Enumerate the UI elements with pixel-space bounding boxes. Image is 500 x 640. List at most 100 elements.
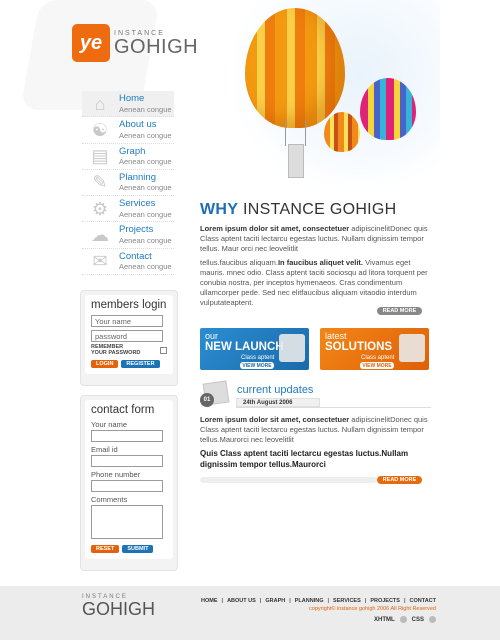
updates-bold-paragraph: Quis Class aptent taciti lectarcu egesta… — [200, 449, 409, 469]
footer-link-planning[interactable]: PLANNING — [295, 598, 324, 604]
nav-label: Home — [119, 93, 145, 104]
footer-link-projects[interactable]: PROJECTS — [370, 598, 400, 604]
contact-email-field[interactable] — [91, 455, 163, 467]
footer-link-about-us[interactable]: ABOUT US — [227, 598, 256, 604]
logo-big-text: GOHIGH — [114, 35, 199, 58]
logo-badge: ye — [72, 24, 110, 62]
nav-label: Projects — [119, 224, 154, 236]
computer-illustration — [399, 334, 425, 362]
balloon-basket — [288, 144, 304, 178]
heading-rest: INSTANCE GOHIGH — [242, 201, 397, 218]
contact-title: contact form — [91, 404, 155, 416]
comments-label: Comments — [91, 495, 128, 504]
read-more-track — [200, 477, 377, 483]
update-number: 01 — [200, 393, 214, 407]
email-label: Email id — [91, 445, 118, 454]
projects-icon: ☁ — [91, 224, 109, 245]
balloon-rope — [305, 120, 306, 146]
sidebar-item-projects[interactable]: ☁ Projects Aenean congue — [82, 222, 174, 249]
sidebar-nav: ⌂ Home Aenean congue ☯ About us Aenean con… — [82, 91, 174, 276]
footer-link-graph[interactable]: GRAPH — [265, 598, 285, 604]
sidebar-item-about-us[interactable]: ☯ About us Aenean congue — [82, 117, 174, 144]
graph-icon: ▤ — [91, 146, 109, 167]
house-icon: ⌂ — [94, 93, 106, 114]
phone-label: Phone number — [91, 470, 141, 479]
view-more-button[interactable]: VIEW MORE — [360, 362, 394, 369]
members-login-panel: members login Your name password REMEMBE… — [80, 290, 178, 386]
footer-link-services[interactable]: SERVICES — [333, 598, 361, 604]
view-more-button[interactable]: VIEW MORE — [240, 362, 274, 369]
nav-sub: Aenean congue — [119, 157, 172, 167]
site-logo[interactable]: ye INSTANCE GOHIGH — [72, 24, 198, 62]
sidebar-item-graph[interactable]: ▤ Graph Aenean congue — [82, 144, 174, 170]
divider — [236, 407, 431, 408]
sidebar-item-contact[interactable]: ✉ Contact Aenean congue — [82, 249, 174, 276]
footer — [0, 586, 500, 640]
xhtml-link[interactable]: XHTML — [374, 617, 395, 623]
updates-title: current updates — [237, 384, 314, 396]
contact-name-field[interactable] — [91, 430, 163, 442]
box-illustration — [279, 334, 305, 362]
nav-label: Planning — [119, 171, 156, 183]
intro-bold: Lorem ipsum dolor sit amet, consectetuer — [200, 224, 350, 233]
password-field[interactable]: password — [91, 330, 163, 342]
intro-paragraph: Lorem ipsum dolor sit amet, consectetuer… — [200, 224, 431, 254]
sidebar-item-home[interactable]: ⌂ Home Aenean congue — [82, 91, 174, 118]
latest-solutions-banner[interactable]: latest SOLUTIONS Class aptent VIEW MORE — [320, 328, 429, 370]
about-paragraph: tellus.faucibus aliquam.In faucibus aliq… — [200, 258, 431, 308]
nav-sub: Aenean congue — [119, 235, 172, 245]
bullet-icon — [429, 616, 436, 623]
contact-phone-field[interactable] — [91, 480, 163, 492]
colorful-balloon-image — [360, 78, 416, 140]
update-date: 24th August 2006 — [236, 398, 320, 407]
footer-logo[interactable]: INSTANCE GOHIGH — [82, 594, 155, 618]
small-balloon-image — [324, 112, 360, 152]
page: ye INSTANCE GOHIGH ⌂ Home Aenean congue ☯… — [0, 0, 500, 640]
people-icon: ☯ — [91, 119, 109, 140]
heading-why: WHY — [200, 201, 239, 218]
updates-paragraph: Lorem ipsum dolor sit amet, consectetuer… — [200, 415, 431, 445]
submit-button[interactable]: SUBMIT — [122, 545, 154, 553]
contact-form-panel: contact form Your name Email id Phone nu… — [80, 395, 178, 571]
footer-link-contact[interactable]: CONTACT — [410, 598, 436, 604]
footer-logo-big: GOHIGH — [82, 599, 156, 619]
new-launch-banner[interactable]: our NEW LAUNCH Class aptent VIEW MORE — [200, 328, 309, 370]
validators: XHTML CSS — [374, 616, 436, 623]
updates-read-more-button[interactable]: READ MORE — [377, 476, 422, 484]
footer-nav: HOME | ABOUT US | GRAPH | PLANNING | SERVICE… — [201, 598, 436, 604]
remember-checkbox[interactable] — [160, 347, 167, 355]
footer-link-home[interactable]: HOME — [201, 598, 218, 604]
nav-label: Graph — [119, 145, 146, 157]
reset-button[interactable]: RESET — [91, 545, 120, 553]
nav-sub: Aenean congue — [119, 130, 172, 140]
login-title: members login — [91, 299, 167, 311]
para2-a: tellus.faucibus aliquam. — [200, 258, 278, 267]
contact-comments-field[interactable] — [91, 505, 163, 539]
register-button[interactable]: REGISTER — [121, 359, 160, 368]
balloon-rope — [285, 120, 286, 146]
contact-icon: ✉ — [92, 251, 108, 272]
hot-air-balloon-image — [245, 8, 345, 128]
css-link[interactable]: CSS — [412, 617, 424, 623]
login-button[interactable]: LOGIN — [91, 359, 119, 368]
nav-sub: Aenean congue — [119, 183, 172, 193]
bullet-icon — [399, 616, 407, 623]
updates-bold: Lorem ipsum dolor sit amet, consectetuer — [200, 415, 350, 424]
planning-icon: ✎ — [92, 172, 108, 193]
page-title: WHY INSTANCE GOHIGH — [200, 201, 397, 219]
copyright-text: copyright© instance gohigh 2006 All Righ… — [309, 606, 436, 612]
username-field[interactable]: Your name — [91, 315, 163, 327]
sidebar-item-services[interactable]: ⚙ Services Aenean congue — [82, 196, 174, 223]
sidebar-item-planning[interactable]: ✎ Planning Aenean congue — [82, 170, 174, 197]
para2-bold: In faucibus aliquet velit. — [277, 258, 363, 267]
nav-sub: Aenean congue — [119, 104, 172, 114]
services-icon: ⚙ — [91, 198, 109, 219]
name-label: Your name — [91, 420, 127, 429]
updates-document-icon: 01 — [200, 380, 230, 408]
nav-label: Contact — [119, 250, 152, 262]
read-more-button[interactable]: READ MORE — [377, 307, 422, 315]
nav-sub: Aenean congue — [119, 209, 172, 219]
remember-label: REMEMBER YOUR PASSWORD — [91, 344, 141, 356]
nav-label: Services — [119, 198, 156, 210]
nav-label: About us — [119, 119, 157, 131]
